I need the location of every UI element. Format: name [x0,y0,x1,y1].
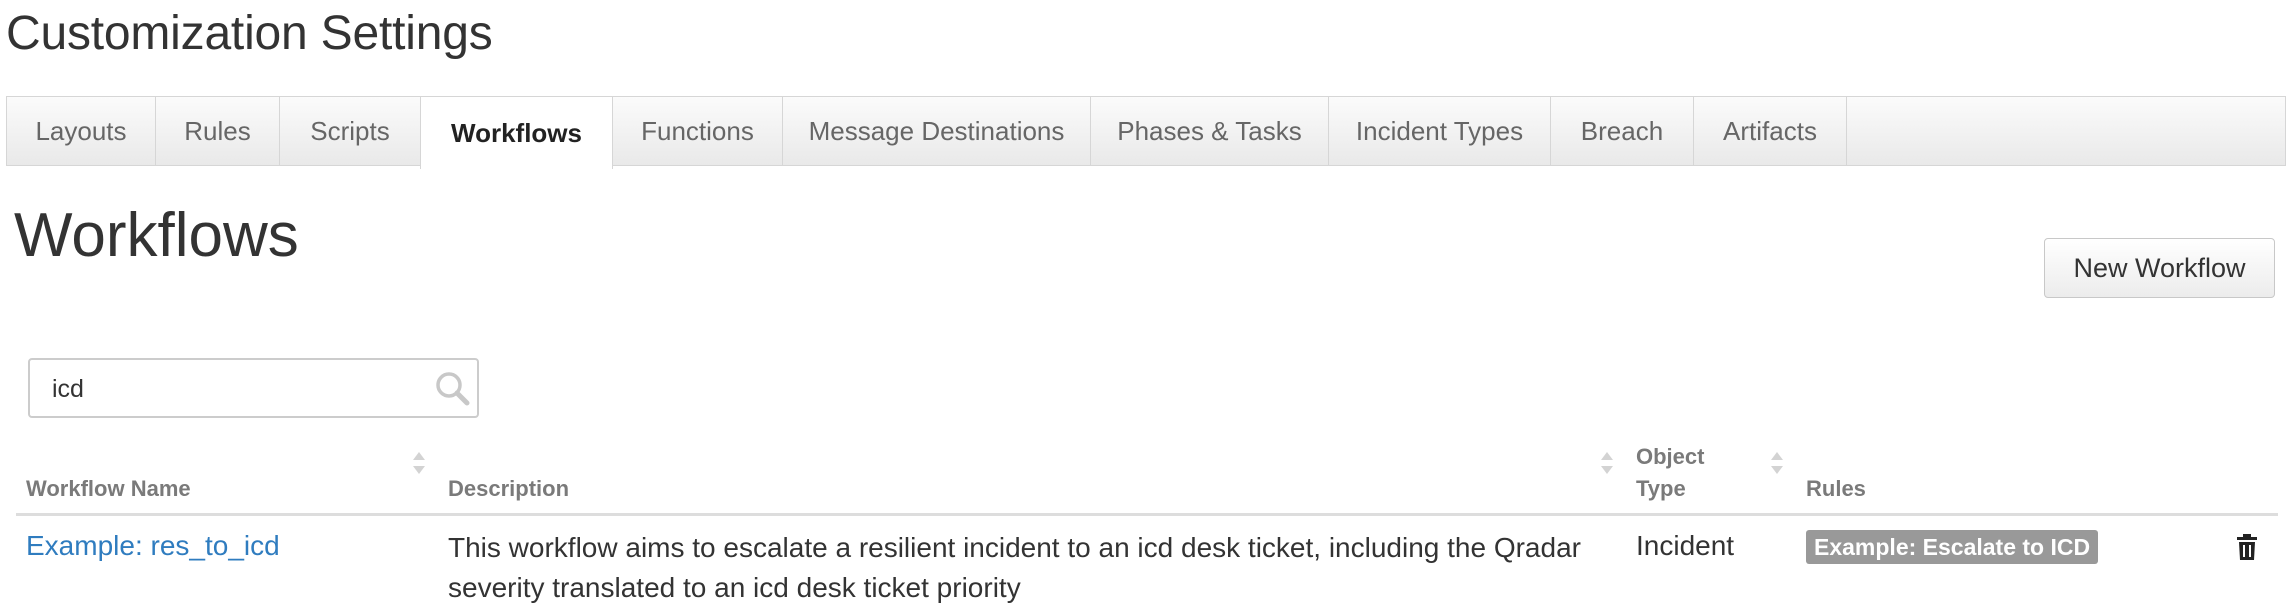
rule-badge[interactable]: Example: Escalate to ICD [1806,530,2099,564]
sort-icon[interactable] [412,451,426,475]
column-header-workflow-name[interactable]: Workflow Name [26,476,191,502]
search-icon[interactable] [434,370,470,406]
tab-rules[interactable]: Rules [156,97,280,165]
table-header-divider [16,513,2278,516]
workflow-description: This workflow aims to escalate a resilie… [448,532,1581,603]
column-header-object-type-line2[interactable]: Type [1636,476,1686,502]
tab-workflows[interactable]: Workflows [420,97,613,169]
sort-icon[interactable] [1600,451,1614,475]
trash-icon[interactable] [2236,533,2258,561]
search-box [28,358,479,418]
tab-scripts[interactable]: Scripts [280,97,421,165]
tab-message-destinations[interactable]: Message Destinations [783,97,1091,165]
workflow-object-type: Incident [1636,530,1735,561]
section-title: Workflows [14,201,299,270]
column-header-object-type-line1[interactable]: Object [1636,444,1704,470]
sort-icon[interactable] [1770,451,1784,475]
tab-incident-types[interactable]: Incident Types [1329,97,1551,165]
workflow-name-link[interactable]: Example: res_to_icd [26,530,280,561]
tab-layouts[interactable]: Layouts [7,97,156,165]
search-input[interactable] [50,360,434,418]
tab-breach[interactable]: Breach [1551,97,1694,165]
tab-phases-tasks[interactable]: Phases & Tasks [1091,97,1329,165]
page-title: Customization Settings [6,7,493,60]
new-workflow-button[interactable]: New Workflow [2044,238,2275,298]
settings-tab-bar: Layouts Rules Scripts Workflows Function… [6,96,2286,169]
column-header-rules: Rules [1806,476,1866,501]
tab-functions[interactable]: Functions [613,97,783,165]
tab-artifacts[interactable]: Artifacts [1694,97,1847,165]
column-header-description[interactable]: Description [448,476,569,502]
